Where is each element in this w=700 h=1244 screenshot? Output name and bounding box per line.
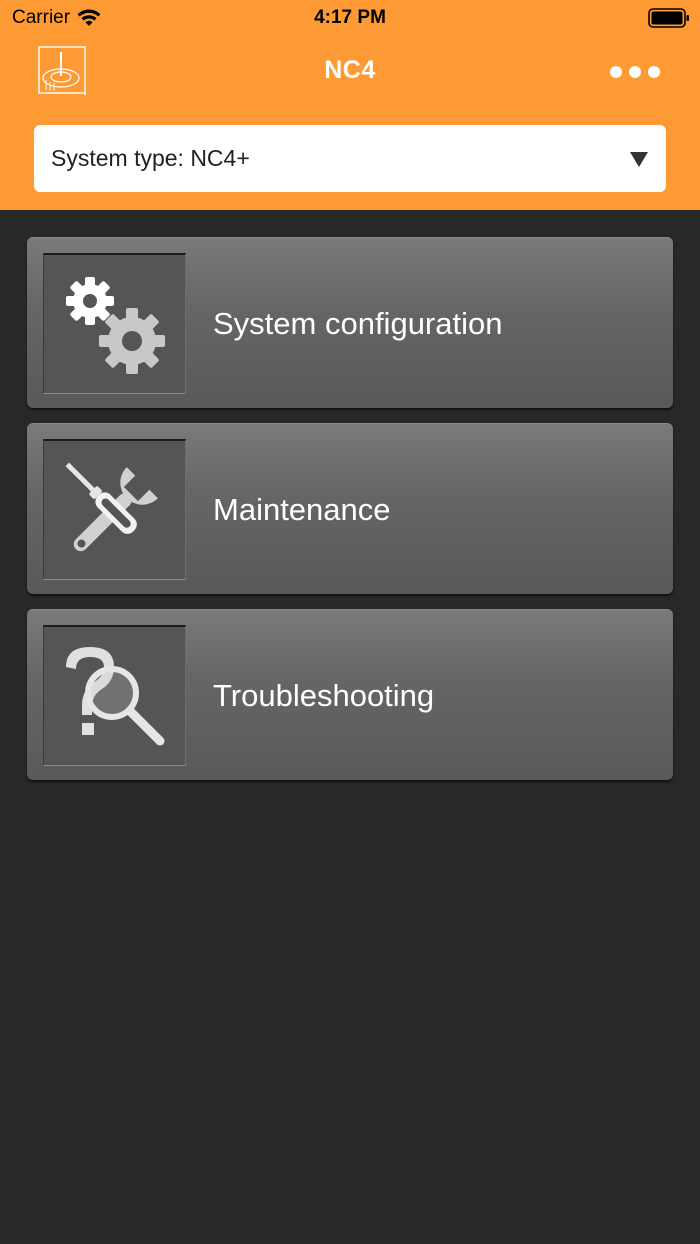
battery-icon [648,8,689,28]
menu-item-label: Maintenance [213,492,391,527]
main-menu: System configuration Maintenance Trouble… [27,237,673,795]
wrench-screwdriver-icon [65,462,158,552]
menu-item-system-configuration[interactable]: System configuration [27,237,673,408]
menu-item-label: System configuration [213,306,503,341]
app-header: Carrier 4:17 PM NC4 System type: NC4+ [0,0,700,210]
nav-bar: NC4 [0,40,700,104]
menu-item-troubleshooting[interactable]: Troubleshooting [27,609,673,780]
menu-item-label: Troubleshooting [213,678,435,713]
dropdown-arrow-icon [630,152,648,167]
menu-icon-box [43,253,186,394]
system-type-value: System type: NC4+ [51,145,250,171]
status-bar: Carrier 4:17 PM [0,0,700,40]
more-dot-icon [648,66,660,78]
more-options-button[interactable] [610,62,660,82]
question-magnifier-icon [66,647,165,746]
menu-icon-box [43,625,186,766]
page-title: NC4 [324,56,376,84]
more-dot-icon [629,66,641,78]
status-time: 4:17 PM [314,7,386,28]
gears-icon [66,277,165,374]
more-dot-icon [610,66,622,78]
menu-icon-box [43,439,186,580]
menu-item-maintenance[interactable]: Maintenance [27,423,673,594]
system-type-dropdown[interactable]: System type: NC4+ [34,125,666,192]
